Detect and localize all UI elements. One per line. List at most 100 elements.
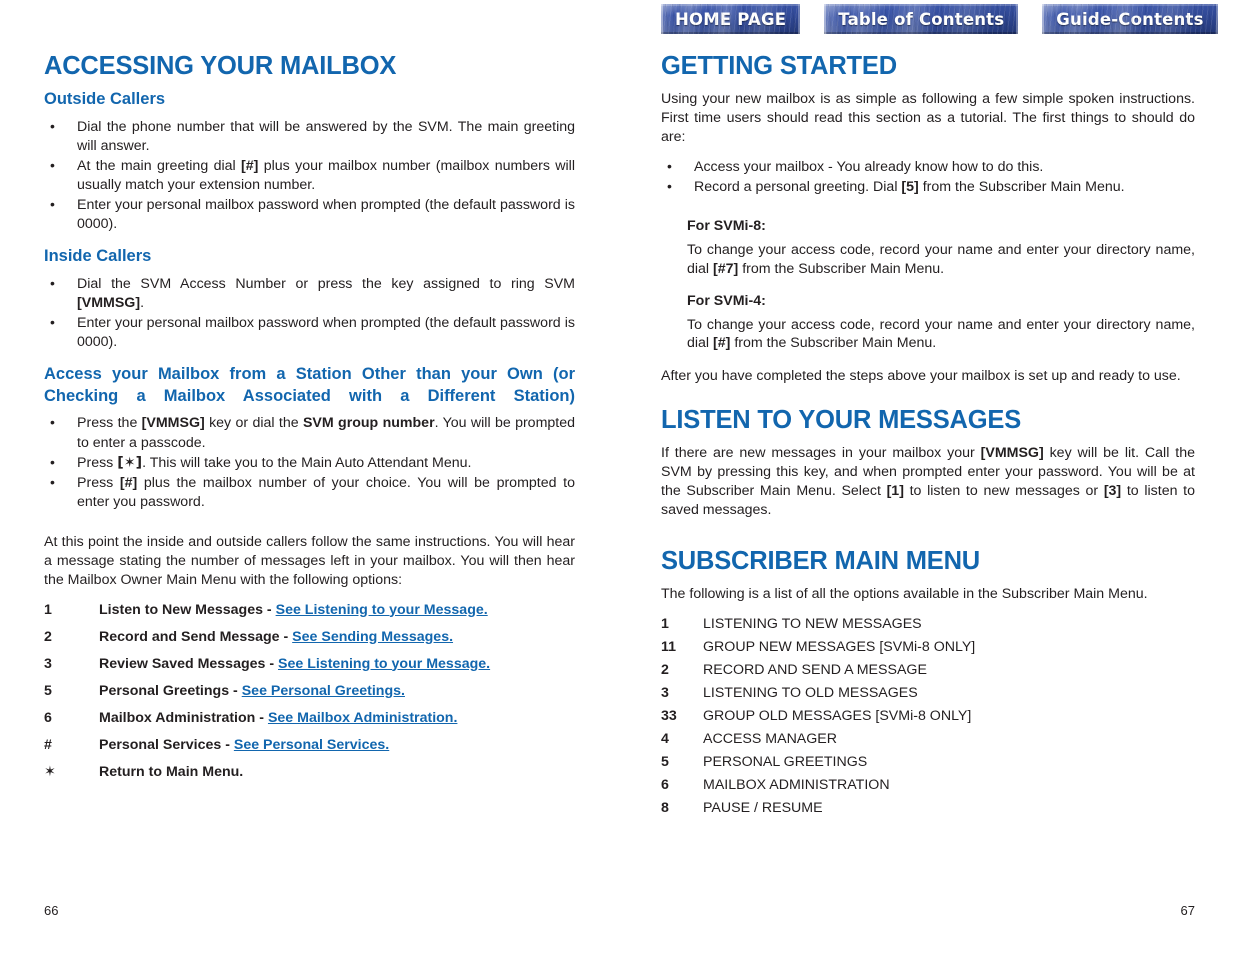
other-station-bullet-list: Press the [VMMSG] key or dial the SVM gr… (44, 413, 575, 512)
list-item: Press [✶]. This will take you to the Mai… (44, 453, 575, 473)
key-code: [3] (1103, 483, 1122, 500)
option-label: Record and Send Message - See Sending Me… (99, 629, 453, 645)
menu-option-row: 2 Record and Send Message - See Sending … (44, 629, 575, 645)
option-key: 6 (44, 709, 52, 726)
option-key: 3 (661, 684, 669, 701)
paragraph-text-mid-2: to listen to new messages or (903, 483, 1104, 500)
subsection-paragraph: To change your access code, record your … (687, 316, 1195, 354)
option-key: 8 (661, 799, 669, 816)
subsection-label: For SVMi-8: (687, 217, 766, 234)
option-label: PAUSE / RESUME (703, 799, 823, 816)
bullet-text-mid: key or dial the (204, 415, 303, 432)
key-code: [#] (241, 158, 259, 175)
bullet-text-cont: . (140, 294, 145, 311)
bullet-text-cont: plus the mailbox number of your choice. … (77, 474, 575, 510)
section-heading-access-from-other-station: Access your Mailbox from a Station Other… (44, 364, 575, 408)
outside-callers-bullet-list: Dial the phone number that will be answe… (44, 117, 575, 235)
left-page-column: ACCESSING YOUR MAILBOX Outside Callers D… (0, 0, 617, 954)
option-key: 1 (44, 601, 52, 618)
menu-option-row: # Personal Services - See Personal Servi… (44, 737, 575, 753)
bullet-text: Record a personal greeting. Dial (694, 178, 902, 195)
option-label: ACCESS MANAGER (703, 730, 838, 747)
option-label: RECORD AND SEND A MESSAGE (703, 661, 927, 678)
cross-reference-link[interactable]: See Listening to your Message. (276, 602, 488, 618)
option-key: 5 (44, 682, 52, 699)
page-number-right: 67 (1180, 903, 1195, 918)
key-code: [VMMSG] (141, 415, 205, 432)
mailbox-owner-main-menu-options: 1 Listen to New Messages - See Listening… (44, 602, 575, 780)
list-item: Enter your personal mailbox password whe… (44, 195, 575, 234)
cross-reference-link[interactable]: See Listening to your Message. (278, 656, 490, 672)
option-label: LISTENING TO OLD MESSAGES (703, 684, 918, 701)
option-label: Personal Greetings - See Personal Greeti… (99, 683, 405, 699)
paragraph-text-cont: from the Subscriber Main Menu. (738, 260, 945, 277)
svmi-8-subsection: For SVMi-8: To change your access code, … (687, 218, 1195, 279)
option-key: 6 (661, 776, 669, 793)
menu-option-row: 3 Review Saved Messages - See Listening … (44, 656, 575, 672)
key-code: [1] (886, 483, 904, 500)
nav-button-home-page[interactable]: HOME PAGE (661, 4, 801, 34)
nav-button-table-of-contents[interactable]: Table of Contents (824, 4, 1019, 34)
option-label: Personal Services - See Personal Service… (99, 737, 389, 753)
paragraph-text: If there are new messages in your mailbo… (661, 445, 981, 462)
bullet-text-cont: from the Subscriber Main Menu. (918, 178, 1125, 195)
option-label: Return to Main Menu. (99, 764, 243, 780)
option-key: 2 (661, 661, 669, 678)
table-row: 5 PERSONAL GREETINGS (661, 754, 1195, 770)
menu-option-row: 6 Mailbox Administration - See Mailbox A… (44, 710, 575, 726)
option-key: 33 (661, 707, 677, 724)
bullet-text: Dial the SVM Access Number or press the … (77, 275, 575, 292)
svmi-4-subsection: For SVMi-4: To change your access code, … (687, 293, 1195, 354)
key-code: [VMMSG] (77, 294, 141, 311)
table-row: 3 LISTENING TO OLD MESSAGES (661, 685, 1195, 701)
list-item: Press [#] plus the mailbox number of you… (44, 473, 575, 512)
bullet-text: Dial the phone number that will be answe… (77, 119, 575, 155)
option-key-star: ✶ (44, 763, 56, 780)
option-label: MAILBOX ADMINISTRATION (703, 776, 890, 793)
option-label: Listen to New Messages - See Listening t… (99, 602, 488, 618)
nav-button-label: Table of Contents (838, 9, 1005, 29)
bullet-text: Enter your personal mailbox password whe… (77, 197, 575, 233)
option-label: GROUP OLD MESSAGES [SVMi-8 ONLY] (703, 707, 972, 724)
key-code: [#] (119, 474, 138, 491)
table-row: 1 LISTENING TO NEW MESSAGES (661, 616, 1195, 632)
heading-line-1: Access your Mailbox from a Station Other… (44, 364, 543, 383)
bullet-text: Press (77, 474, 120, 491)
nav-button-guide-contents[interactable]: Guide-Contents (1042, 4, 1218, 34)
section-heading-outside-callers: Outside Callers (44, 90, 166, 109)
bullet-text: Enter your personal mailbox password whe… (77, 314, 575, 350)
getting-started-closing: After you have completed the steps above… (661, 368, 1181, 385)
key-code-star: [✶] (117, 454, 143, 471)
key-code: [#7] (713, 260, 739, 277)
getting-started-bullet-list: Access your mailbox - You already know h… (661, 157, 1195, 197)
option-label: Mailbox Administration - See Mailbox Adm… (99, 710, 457, 726)
option-key: 3 (44, 655, 52, 672)
option-label: PERSONAL GREETINGS (703, 753, 868, 770)
option-label: LISTENING TO NEW MESSAGES (703, 615, 922, 632)
section-title-subscriber-main-menu: SUBSCRIBER MAIN MENU (661, 546, 981, 575)
cross-reference-link[interactable]: See Sending Messages. (292, 629, 453, 645)
section-heading-inside-callers: Inside Callers (44, 246, 152, 265)
cross-reference-link[interactable]: See Personal Services. (234, 737, 389, 753)
list-item: Access your mailbox - You already know h… (661, 157, 1195, 177)
menu-option-row: 1 Listen to New Messages - See Listening… (44, 602, 575, 618)
option-label: Review Saved Messages - See Listening to… (99, 656, 490, 672)
menu-option-row: 5 Personal Greetings - See Personal Gree… (44, 683, 575, 699)
table-row: 2 RECORD AND SEND A MESSAGE (661, 662, 1195, 678)
cross-reference-link[interactable]: See Mailbox Administration. (268, 710, 457, 726)
subscriber-main-menu-options: 1 LISTENING TO NEW MESSAGES 11 GROUP NEW… (661, 616, 1195, 816)
section-title-listen-to-your-messages: LISTEN TO YOUR MESSAGES (661, 406, 1022, 435)
list-item: Dial the SVM Access Number or press the … (44, 274, 575, 313)
emphasis-term: SVM group number (302, 415, 435, 432)
option-text: Personal Services - (99, 736, 234, 753)
option-label: GROUP NEW MESSAGES [SVMi-8 ONLY] (703, 638, 976, 655)
section-title-getting-started: GETTING STARTED (661, 52, 897, 80)
manual-page-spread: ACCESSING YOUR MAILBOX Outside Callers D… (0, 0, 1235, 954)
cross-reference-link[interactable]: See Personal Greetings. (242, 683, 405, 699)
getting-started-intro: Using your new mailbox is as simple as f… (661, 91, 1195, 145)
bullet-text-cont: . This will take you to the Main Auto At… (142, 454, 472, 471)
option-key: 1 (661, 615, 669, 632)
key-code: [#] (713, 335, 731, 352)
option-text: Record and Send Message - (99, 628, 293, 645)
bullet-text: Press the (77, 415, 142, 432)
